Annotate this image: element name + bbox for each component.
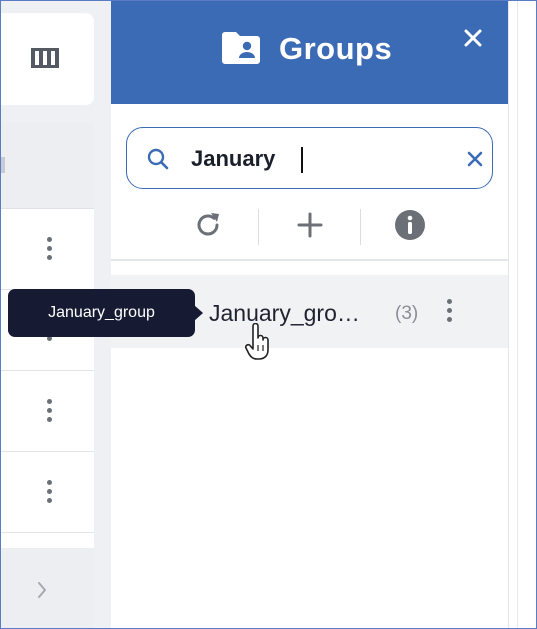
toolbar-separator bbox=[360, 209, 361, 245]
tooltip-arrow bbox=[194, 305, 203, 321]
group-name-tooltip: January_group bbox=[8, 289, 195, 337]
tooltip-text: January_group bbox=[48, 304, 155, 321]
list-item[interactable] bbox=[1, 371, 94, 452]
right-content-edge bbox=[508, 1, 536, 628]
divider bbox=[517, 1, 518, 628]
kebab-icon[interactable] bbox=[46, 480, 52, 504]
kebab-icon[interactable] bbox=[446, 299, 452, 323]
toolbar-separator bbox=[258, 209, 259, 245]
search-box[interactable] bbox=[126, 127, 493, 189]
divider bbox=[111, 259, 508, 261]
kebab-icon[interactable] bbox=[46, 399, 52, 423]
panel-title: Groups bbox=[279, 31, 393, 66]
left-footer bbox=[1, 548, 94, 628]
left-list-header bbox=[1, 123, 94, 209]
group-member-count: (3) bbox=[395, 303, 419, 324]
column-resize-handle[interactable] bbox=[1, 157, 5, 173]
app-frame: Groups January January_gro… (3) January_… bbox=[0, 0, 537, 629]
chevron-right-icon[interactable] bbox=[37, 581, 47, 599]
text-caret bbox=[301, 147, 303, 173]
columns-icon[interactable] bbox=[31, 48, 59, 68]
clear-icon[interactable] bbox=[466, 150, 484, 168]
kebab-icon[interactable] bbox=[46, 237, 52, 261]
search-input[interactable] bbox=[191, 143, 431, 175]
group-name[interactable]: January_gro… bbox=[209, 300, 360, 327]
list-item[interactable] bbox=[1, 209, 94, 290]
list-item[interactable] bbox=[1, 452, 94, 533]
info-icon[interactable] bbox=[394, 209, 426, 241]
search-icon bbox=[147, 148, 169, 170]
groups-header: Groups bbox=[111, 1, 508, 104]
hand-pointer-cursor-icon bbox=[245, 323, 269, 360]
close-icon[interactable] bbox=[463, 28, 483, 48]
folder-user-icon bbox=[222, 32, 260, 64]
groups-toolbar bbox=[111, 201, 508, 251]
plus-icon[interactable] bbox=[294, 209, 326, 241]
refresh-icon[interactable] bbox=[192, 209, 224, 241]
